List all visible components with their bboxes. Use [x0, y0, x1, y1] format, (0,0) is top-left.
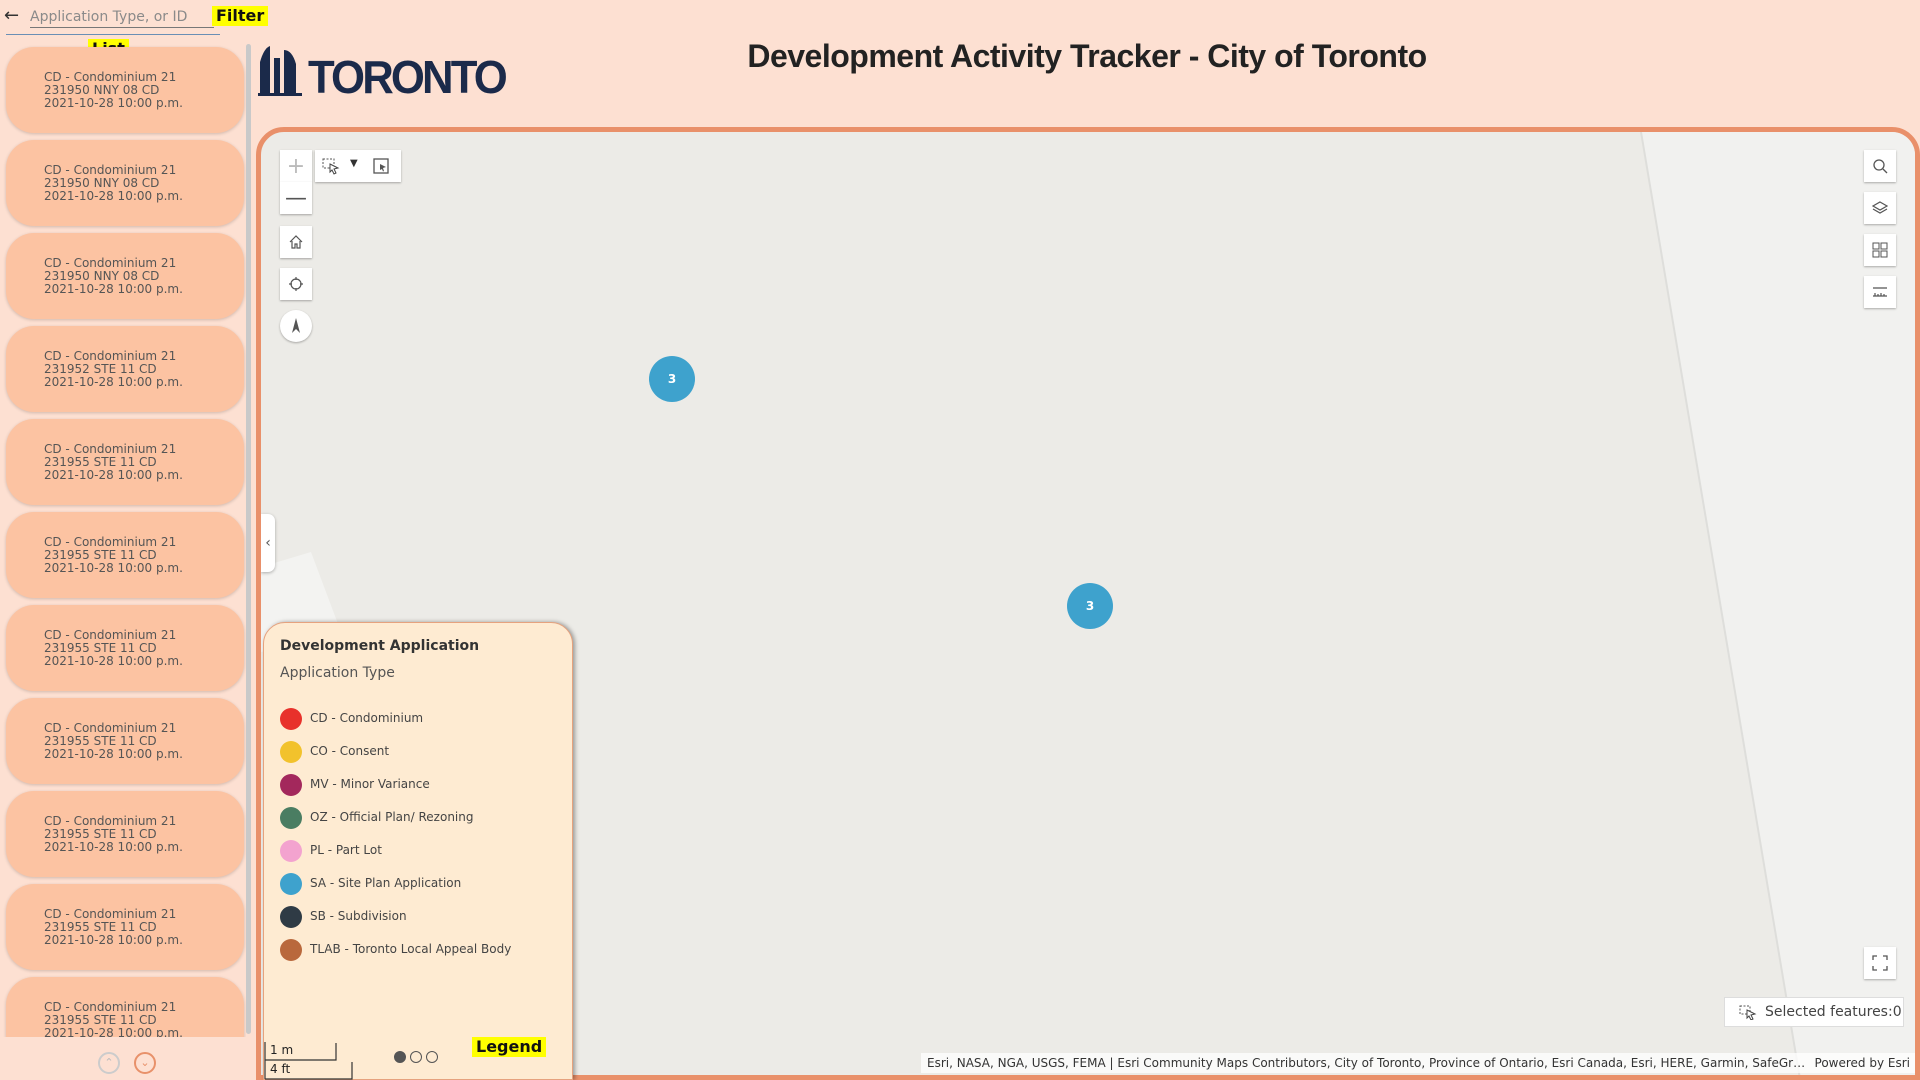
measure-button[interactable]: [1864, 276, 1896, 308]
selected-features-button[interactable]: Selected features:0: [1724, 997, 1904, 1027]
filter-tag: Filter: [212, 6, 269, 26]
legend-field-title: Application Type: [280, 665, 395, 681]
compass-button[interactable]: [280, 310, 312, 342]
search-input[interactable]: [30, 6, 214, 28]
list-item-line3: 2021-10-28 10:00 p.m.: [44, 1026, 183, 1038]
list-item[interactable]: CD - Condominium 21 231955 STE 11 CD 2021-…: [6, 884, 244, 970]
legend-label: CD - Condominium: [310, 711, 424, 725]
zoom-out-button[interactable]: —: [280, 182, 312, 214]
legend-label: TLAB - Toronto Local Appeal Body: [310, 942, 512, 956]
left-panel: ← Filter List CD - Condominium 21231950 …: [0, 0, 269, 1080]
legend-label: CO - Consent: [310, 744, 390, 758]
legend-label: SA - Site Plan Application: [310, 876, 462, 890]
select-cursor-icon: [1739, 1005, 1757, 1020]
list-item-line3: 2021-10-28 10:00 p.m.: [44, 375, 183, 389]
list-item-line3: 2021-10-28 10:00 p.m.: [44, 96, 183, 110]
legend-label: PL - Part Lot: [310, 843, 382, 857]
scroll-down-button[interactable]: ⌄: [134, 1052, 156, 1074]
measure-icon: [1873, 287, 1887, 297]
home-button[interactable]: [280, 226, 312, 258]
scale-imperial-label: 4 ft: [270, 1062, 291, 1076]
list-item-line3: 2021-10-28 10:00 p.m.: [44, 468, 183, 482]
list-item[interactable]: CD - Condominium 21 231955 STE 11 CD 2021-…: [6, 977, 244, 1037]
compass-icon: [292, 318, 300, 333]
list-navigation: ⌃ ⌄: [0, 1040, 254, 1080]
list-scrollbar[interactable]: [246, 44, 251, 1034]
divider: [6, 34, 220, 35]
list-item-line3: 2021-10-28 10:00 p.m.: [44, 933, 183, 947]
layers-icon: [1872, 201, 1888, 214]
list-item[interactable]: CD - Condominium 21 231950 NNY 08 CD 2021-…: [6, 233, 244, 319]
attribution-text[interactable]: Esri, NASA, NGA, USGS, FEMA | Esri Commu…: [927, 1053, 1807, 1073]
search-icon: [1873, 159, 1888, 174]
legend-layer-title: Development Application: [280, 638, 480, 654]
scroll-up-button[interactable]: ⌃: [98, 1052, 120, 1074]
legend-swatch: [280, 906, 302, 928]
chevron-down-icon[interactable]: ▼: [350, 158, 358, 169]
list-item[interactable]: CD - Condominium 21 231950 NNY 08 CD 2021-…: [6, 47, 244, 133]
legend-panel: Development Application Application Type…: [263, 622, 573, 1080]
legend-swatch: [280, 939, 302, 961]
legend-swatch: [280, 741, 302, 763]
list-item[interactable]: CD - Condominium 21 231955 STE 11 CD 2021-…: [6, 791, 244, 877]
fullscreen-button[interactable]: [1864, 947, 1896, 979]
legend-tag: Legend: [472, 1037, 547, 1057]
legend-swatch: [280, 840, 302, 862]
fullscreen-icon: [1872, 955, 1888, 971]
chevron-left-icon: ‹: [265, 535, 271, 551]
legend-swatch: [280, 708, 302, 730]
selected-features-label: Selected features:0: [1765, 1004, 1902, 1020]
select-cursor-icon[interactable]: [321, 156, 341, 176]
page-title: Development Activity Tracker - City of T…: [747, 38, 1427, 74]
list-item-line3: 2021-10-28 10:00 p.m.: [44, 282, 183, 296]
pager-dot-active[interactable]: [394, 1051, 406, 1063]
select-box-icon[interactable]: [371, 156, 391, 176]
legend-label: SB - Subdivision: [310, 909, 407, 923]
legend-label: OZ - Official Plan/ Rezoning: [310, 810, 474, 824]
map-cluster[interactable]: 3: [1067, 583, 1113, 629]
map-search-button[interactable]: [1864, 150, 1896, 182]
map-cluster[interactable]: 3: [649, 356, 695, 402]
map-attribution: Esri, NASA, NGA, USGS, FEMA | Esri Commu…: [921, 1053, 1915, 1073]
zoom-in-button[interactable]: +: [280, 150, 312, 182]
scale-bar: 1 m 4 ft: [264, 1041, 354, 1080]
basemap-gallery-icon: [1872, 242, 1888, 258]
list-item-line3: 2021-10-28 10:00 p.m.: [44, 840, 183, 854]
list-item[interactable]: CD - Condominium 21 231955 STE 11 CD 2021-…: [6, 605, 244, 691]
locate-icon: [289, 277, 303, 291]
list-item-line3: 2021-10-28 10:00 p.m.: [44, 561, 183, 575]
list-item[interactable]: CD - Condominium 21 231955 STE 11 CD 2021-…: [6, 419, 244, 505]
list-item-line3: 2021-10-28 10:00 p.m.: [44, 189, 183, 203]
list-item[interactable]: CD - Condominium 21 231955 STE 11 CD 2021-…: [6, 512, 244, 598]
locate-button[interactable]: [280, 268, 312, 300]
list-item[interactable]: CD - Condominium 21 231952 STE 11 CD 2021-…: [6, 326, 244, 412]
list-item[interactable]: CD - Condominium 21 231955 STE 11 CD 2021-…: [6, 698, 244, 784]
scale-metric-label: 1 m: [270, 1043, 294, 1057]
basemap-gallery-button[interactable]: [1864, 234, 1896, 266]
home-icon: [289, 235, 303, 249]
legend-label: MV - Minor Variance: [310, 777, 430, 791]
select-tool[interactable]: ▼: [315, 150, 401, 182]
legend-pager: [394, 1051, 440, 1065]
collapse-panel-button[interactable]: ‹: [261, 514, 275, 572]
pager-dot[interactable]: [426, 1051, 438, 1063]
powered-by-esri[interactable]: Powered by Esri: [1815, 1053, 1910, 1073]
map-parcel: [1641, 132, 1915, 1075]
application-list[interactable]: CD - Condominium 21 231950 NNY 08 CD 2021-…: [0, 44, 246, 1037]
list-item[interactable]: CD - Condominium 21 231950 NNY 08 CD 2021-…: [6, 140, 244, 226]
pager-dot[interactable]: [410, 1051, 422, 1063]
header: TORONTO Development Activity Tracker - C…: [254, 30, 1920, 108]
legend-swatch: [280, 873, 302, 895]
back-arrow-icon[interactable]: ←: [4, 6, 24, 26]
legend-swatch: [280, 807, 302, 829]
filter-bar: ← Filter: [0, 0, 269, 34]
list-item-line3: 2021-10-28 10:00 p.m.: [44, 747, 183, 761]
list-item-line3: 2021-10-28 10:00 p.m.: [44, 654, 183, 668]
layers-button[interactable]: [1864, 192, 1896, 224]
legend-swatch: [280, 774, 302, 796]
